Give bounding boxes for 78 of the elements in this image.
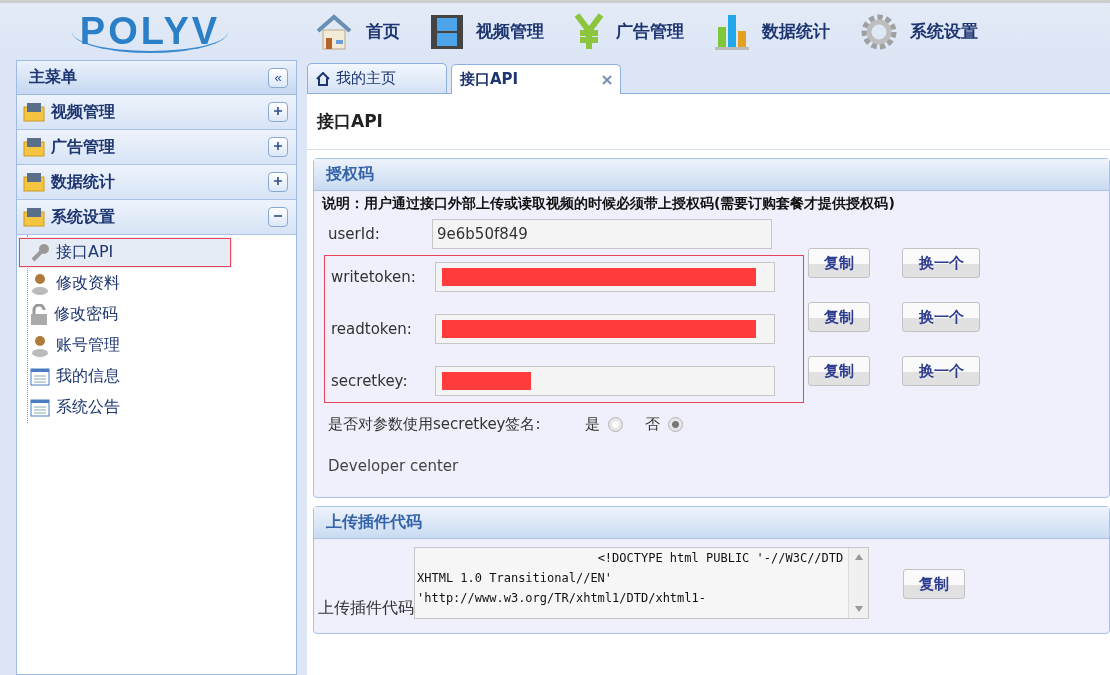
menu-group-label: 系统设置 bbox=[51, 206, 116, 228]
menu-item[interactable]: 我的信息 bbox=[18, 361, 296, 392]
panel-title: 上传插件代码 bbox=[314, 507, 1109, 539]
input-field[interactable] bbox=[435, 366, 775, 396]
sidebar-title: 主菜单 bbox=[29, 67, 77, 88]
tab[interactable]: 我的主页 bbox=[307, 63, 447, 93]
close-icon[interactable] bbox=[602, 74, 612, 85]
folder-icon bbox=[23, 137, 45, 157]
nav-link[interactable]: 系统设置 bbox=[860, 12, 978, 51]
copy-button[interactable]: 复制 bbox=[903, 569, 965, 599]
folder-icon bbox=[23, 172, 45, 192]
code-textarea[interactable]: <!DOCTYPE html PUBLIC '-//W3C//DTD XHTML 1.0 Transitional//EN' 'http://www.w3.org/TR/xhtml1/DTD/xhtml1- bbox=[414, 547, 869, 619]
home-icon bbox=[316, 71, 330, 86]
input-field[interactable] bbox=[435, 314, 775, 344]
menu-item[interactable]: 修改资料 bbox=[18, 268, 296, 299]
folder-icon bbox=[23, 207, 45, 227]
page-title: 接口API bbox=[307, 94, 1110, 150]
key-icon bbox=[30, 242, 50, 263]
expand-button[interactable] bbox=[268, 102, 288, 122]
nav-link[interactable]: 数据统计 bbox=[714, 12, 830, 51]
tab[interactable]: 接口API bbox=[451, 64, 621, 94]
panel-title: 授权码 bbox=[314, 159, 1109, 191]
menu-group-header[interactable]: 视频管理 bbox=[17, 95, 296, 130]
menu-item[interactable]: 系统公告 bbox=[18, 392, 296, 423]
collapse-button[interactable]: « bbox=[268, 67, 288, 88]
house-icon bbox=[314, 12, 354, 51]
person-icon bbox=[30, 334, 50, 357]
radio-label: 否 bbox=[644, 414, 660, 434]
action-button[interactable]: 换一个 bbox=[902, 302, 980, 332]
nav-link[interactable]: 首页 bbox=[314, 12, 400, 51]
up-arrow-icon[interactable] bbox=[854, 554, 863, 560]
developer-link[interactable]: Developer center bbox=[322, 457, 459, 475]
action-button[interactable]: 复制 bbox=[808, 356, 870, 386]
folder-icon bbox=[23, 102, 45, 122]
list-icon bbox=[30, 398, 50, 417]
nav-link[interactable]: 广告管理 bbox=[574, 12, 684, 51]
note-text: 说明：用户通过接口外部上传或读取视频的时候必须带上授权码(需要订购套餐才提供授权码) bbox=[322, 195, 896, 213]
radio-button[interactable] bbox=[607, 416, 623, 432]
radio-button[interactable] bbox=[667, 416, 683, 432]
menu-group-header[interactable]: 广告管理 bbox=[17, 130, 296, 165]
logo: POLYV bbox=[71, 10, 229, 53]
field-label: 上传插件代码 bbox=[318, 598, 414, 619]
menu-group-label: 广告管理 bbox=[51, 136, 116, 158]
yen-icon bbox=[574, 12, 604, 51]
bar-chart-icon bbox=[714, 12, 750, 51]
question-text: 是否对参数使用secretkey签名: bbox=[327, 414, 541, 434]
plus-icon bbox=[273, 141, 283, 151]
plus-icon bbox=[273, 176, 283, 186]
input-field[interactable]: 9e6b50f849 bbox=[432, 219, 772, 249]
nav-link[interactable]: 视频管理 bbox=[430, 12, 544, 51]
menu-group-header[interactable]: 系统设置 bbox=[17, 200, 296, 235]
menu-item[interactable]: 修改密码 bbox=[18, 299, 296, 330]
expand-button[interactable] bbox=[268, 172, 288, 192]
padlock-icon bbox=[30, 303, 48, 326]
scrollbar[interactable] bbox=[848, 548, 868, 618]
menu-group-header[interactable]: 数据统计 bbox=[17, 165, 296, 200]
menu-group-label: 数据统计 bbox=[51, 171, 116, 193]
person-icon bbox=[30, 272, 50, 295]
film-icon bbox=[430, 13, 464, 50]
expand-button[interactable] bbox=[268, 137, 288, 157]
field-label: writetoken: bbox=[330, 268, 417, 286]
field-label: secretkey: bbox=[330, 372, 409, 390]
field-label: userId: bbox=[327, 225, 381, 243]
action-button[interactable]: 换一个 bbox=[902, 356, 980, 386]
action-button[interactable]: 复制 bbox=[808, 302, 870, 332]
action-button[interactable]: 复制 bbox=[808, 248, 870, 278]
gear-icon bbox=[860, 12, 898, 51]
down-arrow-icon[interactable] bbox=[854, 606, 863, 612]
input-field[interactable] bbox=[435, 262, 775, 292]
collapse-button[interactable] bbox=[268, 207, 288, 227]
radio-label: 是 bbox=[584, 414, 600, 434]
menu-group-label: 视频管理 bbox=[51, 101, 116, 123]
list-icon bbox=[30, 367, 50, 386]
field-label: readtoken: bbox=[330, 320, 413, 338]
menu-item[interactable]: 账号管理 bbox=[18, 330, 296, 361]
action-button[interactable]: 换一个 bbox=[902, 248, 980, 278]
menu-item[interactable]: 接口API bbox=[18, 237, 232, 268]
plus-icon bbox=[273, 106, 283, 116]
